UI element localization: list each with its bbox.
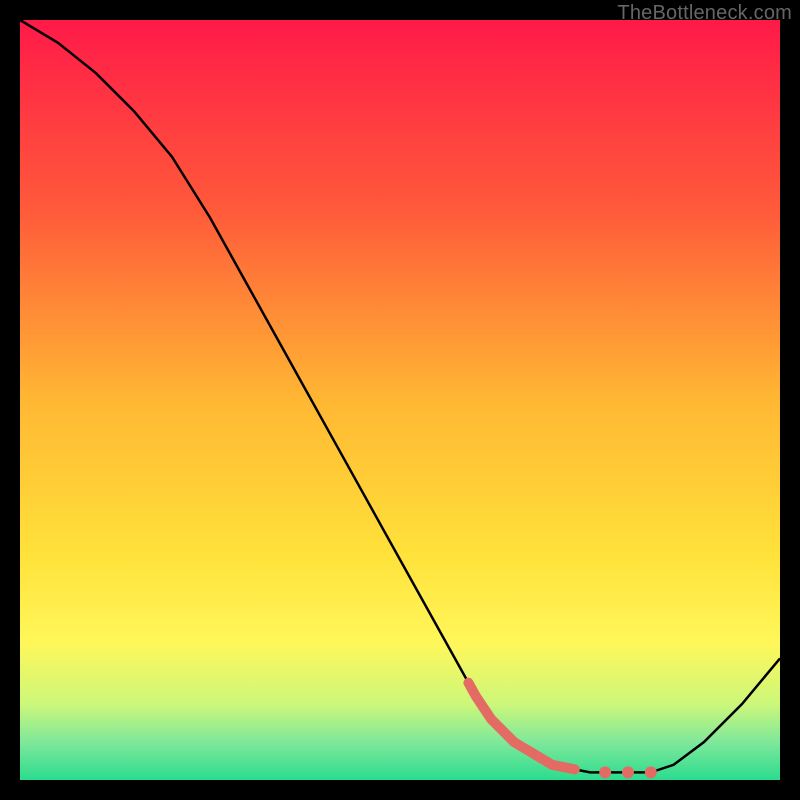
highlight-dot [645, 766, 657, 778]
gradient-bg [20, 20, 780, 780]
highlight-dot [622, 766, 634, 778]
chart-frame: TheBottleneck.com [0, 0, 800, 800]
highlight-dots [599, 766, 657, 778]
highlight-dot [599, 766, 611, 778]
plot-svg [20, 20, 780, 780]
plot-area [20, 20, 780, 780]
